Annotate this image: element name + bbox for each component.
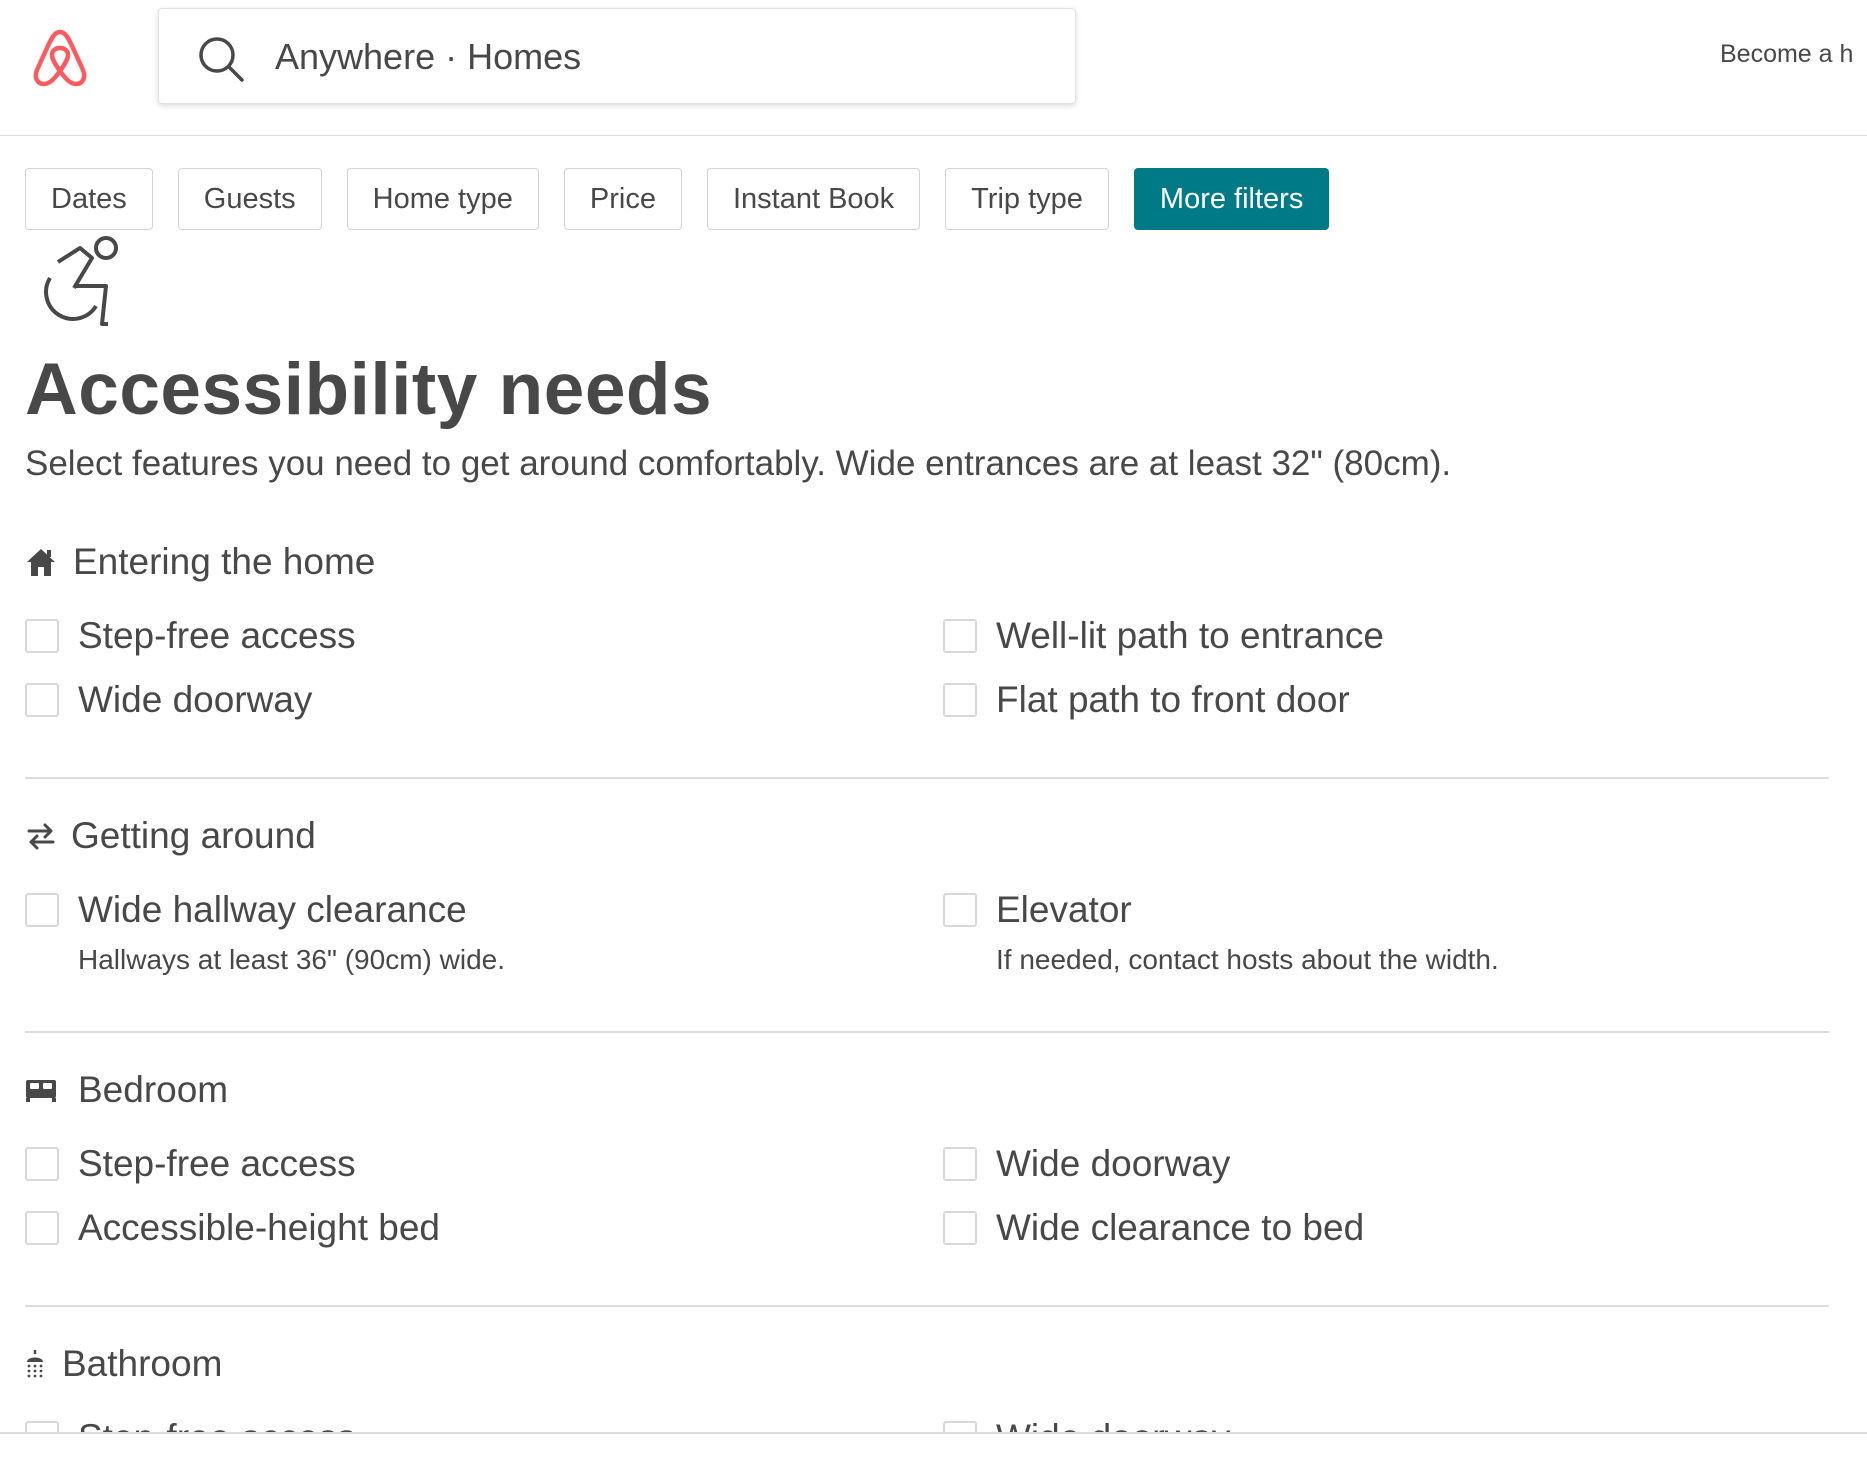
shower-icon <box>27 1350 43 1378</box>
section-divider <box>25 1031 1829 1033</box>
footer-border <box>0 1432 1867 1434</box>
filter-price-button[interactable]: Price <box>563 168 682 230</box>
section-title: Bathroom <box>62 1343 223 1384</box>
filter-home-type-button[interactable]: Home type <box>346 168 539 230</box>
option-label: Elevator <box>996 889 1132 930</box>
option-label: Wide doorway <box>996 1143 1231 1184</box>
page-title: Accessibility needs <box>25 349 713 430</box>
section-bedroom: Bedroom <box>25 1066 1829 1114</box>
arrows-exchange-icon <box>27 823 55 850</box>
section-bathroom: Bathroom <box>25 1340 1829 1388</box>
page-subtitle: Select features you need to get around c… <box>25 444 1452 483</box>
filter-dates-button[interactable]: Dates <box>25 168 153 230</box>
option-description: Hallways at least 36" (90cm) wide. <box>78 944 505 975</box>
option-label: Accessible-height bed <box>78 1207 440 1248</box>
section-title: Getting around <box>71 815 316 856</box>
option-label: Wide doorway <box>78 679 313 720</box>
bathroom-options-cutoff: Step-free access Wide doorway <box>0 1410 1867 1434</box>
option-label: Flat path to front door <box>996 679 1350 720</box>
checkbox[interactable] <box>25 893 59 927</box>
checkbox[interactable] <box>25 619 59 653</box>
section-title: Bedroom <box>78 1069 229 1110</box>
filter-bar: Dates Guests Home type Price Instant Boo… <box>25 168 1330 230</box>
option-label: Wide hallway clearance <box>78 889 467 930</box>
section-title: Entering the home <box>73 541 376 582</box>
search-input-value[interactable]: Anywhere · Homes <box>275 9 581 105</box>
checkbox[interactable] <box>943 683 977 717</box>
search-icon <box>199 37 244 82</box>
checkbox[interactable] <box>943 1211 977 1245</box>
checkbox[interactable] <box>943 1147 977 1181</box>
option-label: Wide clearance to bed <box>996 1207 1365 1248</box>
filter-trip-type-button[interactable]: Trip type <box>945 168 1109 230</box>
checkbox[interactable] <box>943 893 977 927</box>
option-label: Step-free access <box>78 1143 356 1184</box>
section-entering-the-home: Entering the home <box>25 538 1829 586</box>
section-getting-around: Getting around <box>25 812 1829 860</box>
bed-icon <box>26 1080 56 1102</box>
search-bar[interactable]: Anywhere · Homes <box>158 8 1076 104</box>
checkbox[interactable] <box>25 683 59 717</box>
checkbox[interactable] <box>25 1147 59 1181</box>
home-icon <box>27 549 55 576</box>
option-description: If needed, contact hosts about the width… <box>996 944 1499 975</box>
section-divider <box>25 1305 1829 1307</box>
top-navigation-bar: Anywhere · Homes Become a h <box>0 0 1867 136</box>
option-label: Well-lit path to entrance <box>996 615 1385 656</box>
checkbox[interactable] <box>25 1211 59 1245</box>
filter-guests-button[interactable]: Guests <box>177 168 322 230</box>
filter-instant-book-button[interactable]: Instant Book <box>706 168 921 230</box>
checkbox[interactable] <box>943 619 977 653</box>
become-a-host-link[interactable]: Become a h <box>1720 40 1853 69</box>
wheelchair-icon <box>44 236 118 326</box>
option-label: Step-free access <box>78 615 356 656</box>
more-filters-button[interactable]: More filters <box>1133 168 1330 230</box>
section-divider <box>25 777 1829 779</box>
airbnb-logo-icon[interactable] <box>28 26 92 90</box>
